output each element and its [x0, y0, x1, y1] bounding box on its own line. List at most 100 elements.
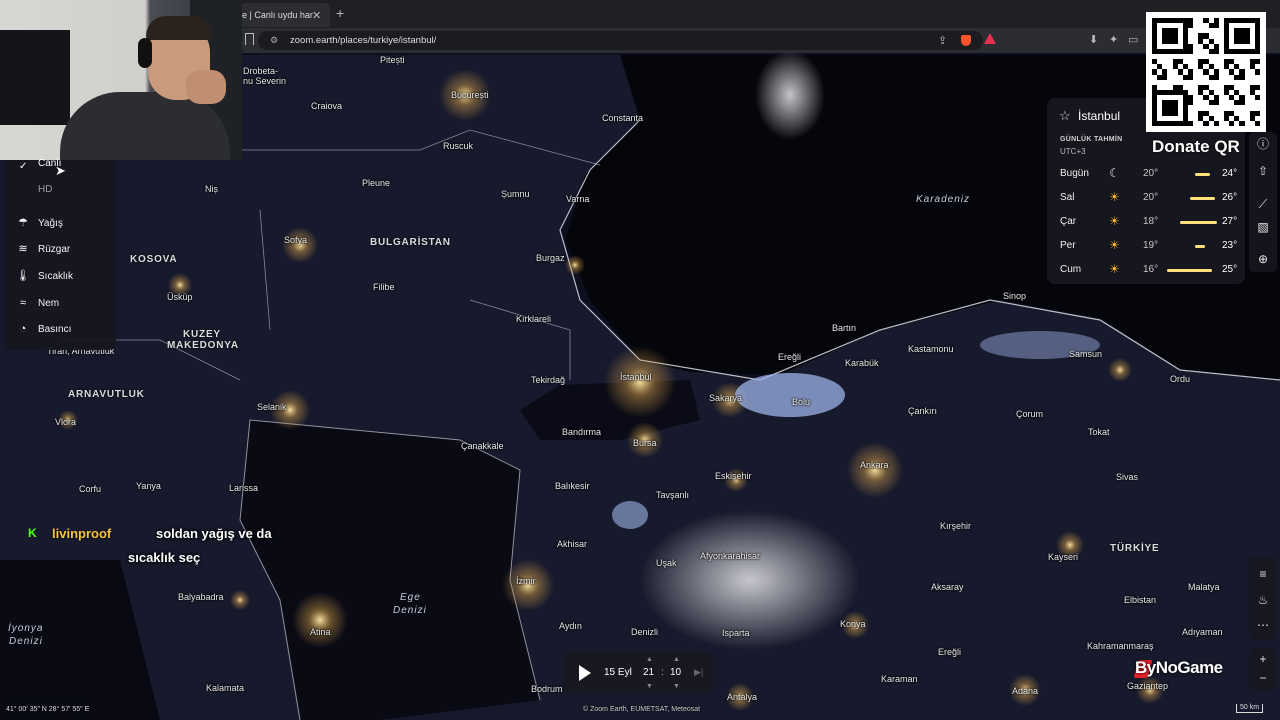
- forecast-timezone: UTC+3: [1060, 147, 1086, 156]
- layer-menu: ✓ Canlı HD ☂ Yağış ≋ Rüzgar 🌡 Sıcaklık ≈…: [4, 158, 116, 350]
- city-label: Bandırma: [562, 427, 602, 437]
- city-label: Balıkesir: [555, 481, 590, 491]
- share-icon[interactable]: ⇪: [938, 34, 947, 47]
- city-label: Atina: [310, 627, 331, 637]
- city-label: Pleune: [362, 178, 391, 188]
- city-label: Bartın: [832, 323, 857, 333]
- forecast-high: 26°: [1222, 192, 1238, 203]
- forecast-day: Sal: [1060, 192, 1075, 203]
- country-label: BULGARİSTAN: [370, 237, 451, 248]
- layer-item-wind[interactable]: ≋ Rüzgar: [16, 241, 70, 257]
- webcam-person-hand: [186, 70, 226, 104]
- city-label: București: [451, 90, 489, 100]
- city-label: Balyabadra: [178, 592, 224, 602]
- timeline-hour[interactable]: 21: [643, 667, 654, 678]
- download-icon[interactable]: ⬇: [1089, 33, 1098, 46]
- forecast-high: 25°: [1222, 264, 1238, 275]
- url-text[interactable]: zoom.earth/places/turkiye/istanbul/: [290, 35, 436, 46]
- more-icon[interactable]: ⋯: [1252, 614, 1274, 636]
- sidebar-icon[interactable]: ▭: [1128, 33, 1138, 46]
- city-label: Akhisar: [557, 539, 588, 549]
- timeline-minute[interactable]: 10: [670, 667, 681, 678]
- sun-icon: ☀: [1109, 238, 1120, 252]
- forecast-row: Sal ☀ 20° 26°: [1047, 190, 1245, 206]
- city-label: Tekirdağ: [531, 375, 566, 385]
- screen: Drobeta- nu Severin Pitești Craiova Bucu…: [0, 0, 1280, 720]
- forecast-row: Cum ☀ 16° 25°: [1047, 262, 1245, 278]
- layer-item-pressure[interactable]: ◔ Basıncı: [16, 321, 72, 337]
- measure-icon[interactable]: ⟋: [1252, 193, 1274, 215]
- country-label: ARNAVUTLUK: [68, 389, 145, 400]
- city-label: Ordu: [1170, 374, 1191, 384]
- layer-item-precipitation[interactable]: ☂ Yağış: [16, 215, 63, 231]
- minute-up-icon[interactable]: ▲: [673, 656, 680, 663]
- layers-toggle-icon[interactable]: ≡: [1252, 563, 1274, 585]
- city-label: Adana: [1012, 686, 1039, 696]
- site-info-icon[interactable]: ⚙: [270, 35, 278, 46]
- location-icon[interactable]: ⊕: [1252, 248, 1274, 270]
- city-label: Yanya: [136, 481, 161, 491]
- moon-icon: ☾: [1109, 166, 1120, 180]
- city-label: Isparta: [722, 628, 750, 638]
- skip-forward-icon[interactable]: ▶|: [694, 667, 703, 678]
- city-label: Sinop: [1003, 291, 1027, 301]
- city-label: Konya: [840, 619, 866, 629]
- city-label: Șumnu: [501, 189, 530, 199]
- browser-tab[interactable]: e | Canlı uydu har ✕: [240, 3, 330, 27]
- address-bar[interactable]: ⚙ zoom.earth/places/turkiye/istanbul/ ⇪: [258, 31, 996, 50]
- forecast-high: 23°: [1222, 240, 1238, 251]
- city-label: Sofya: [284, 235, 308, 245]
- city-label: Aydın: [559, 621, 582, 631]
- city-label: Antalya: [727, 692, 758, 702]
- layer-item-humidity[interactable]: ≈ Nem: [16, 295, 59, 311]
- city-label: Filibe: [373, 282, 395, 292]
- minute-down-icon[interactable]: ▼: [673, 683, 680, 690]
- city-label: Tokat: [1088, 427, 1110, 437]
- city-label: Adıyaman: [1182, 627, 1223, 637]
- qr-module: [1254, 120, 1260, 126]
- share-icon[interactable]: ⇧: [1252, 160, 1274, 182]
- forecast-high: 24°: [1222, 168, 1238, 179]
- zoom-out-button[interactable]: −: [1252, 667, 1274, 689]
- hour-down-icon[interactable]: ▼: [646, 683, 653, 690]
- forecast-day: Per: [1060, 240, 1076, 251]
- temp-range-bar: [1167, 269, 1212, 272]
- fire-icon[interactable]: ♨: [1252, 589, 1274, 611]
- cloud-rain-icon: ☂: [18, 217, 28, 229]
- bynogame-watermark: ByNoGame: [1135, 658, 1223, 677]
- new-tab-icon[interactable]: +: [336, 5, 344, 21]
- forecast-low: 18°: [1143, 216, 1159, 227]
- city-label: Larissa: [229, 483, 259, 493]
- extensions-icon[interactable]: ✦: [1109, 33, 1118, 46]
- forecast-day: Cum: [1060, 264, 1082, 275]
- tab-title: e | Canlı uydu har: [242, 10, 313, 20]
- sun-icon: ☀: [1109, 190, 1120, 204]
- brave-shields-icon[interactable]: [961, 35, 971, 46]
- layer-item-temperature[interactable]: 🌡 Sıcaklık: [16, 268, 73, 284]
- brave-rewards-icon[interactable]: [984, 33, 996, 44]
- chat-username: livinproof: [52, 526, 112, 541]
- layer-item-label: Basıncı: [38, 323, 72, 335]
- city-label: Selanik: [257, 402, 287, 412]
- city-label: Kırşehir: [940, 521, 972, 531]
- favorite-star-icon[interactable]: ☆: [1059, 108, 1071, 124]
- info-icon[interactable]: ⓘ: [1252, 133, 1274, 155]
- hour-up-icon[interactable]: ▲: [646, 656, 653, 663]
- time-controls: 15 Eyl ▲ 21 ▼ : ▲ 10 ▼ ▶|: [563, 652, 713, 694]
- map-attribution[interactable]: © Zoom Earth, EUMETSAT, Meteosat: [583, 706, 700, 713]
- city-label: Ruscuk: [443, 141, 474, 151]
- headset-icon: [138, 38, 152, 68]
- fullscreen-icon[interactable]: ▧: [1252, 216, 1274, 238]
- play-icon[interactable]: [579, 665, 591, 681]
- bookmark-icon[interactable]: [245, 33, 254, 45]
- cursor-coordinates: 41° 00′ 35″ N 28° 57′ 55″ E: [6, 706, 90, 713]
- city-label: Pitești: [380, 55, 405, 65]
- city-label: Drobeta-: [243, 66, 279, 76]
- city-label: Karabük: [845, 358, 879, 368]
- city-label: Denizli: [631, 627, 659, 637]
- option-hd[interactable]: HD: [38, 184, 52, 195]
- sea-label: Denizi: [9, 636, 43, 647]
- forecast-row: Bugün ☾ 20° 24°: [1047, 166, 1245, 182]
- timeline-date[interactable]: 15 Eyl: [604, 667, 632, 678]
- tab-close-icon[interactable]: ✕: [312, 9, 321, 22]
